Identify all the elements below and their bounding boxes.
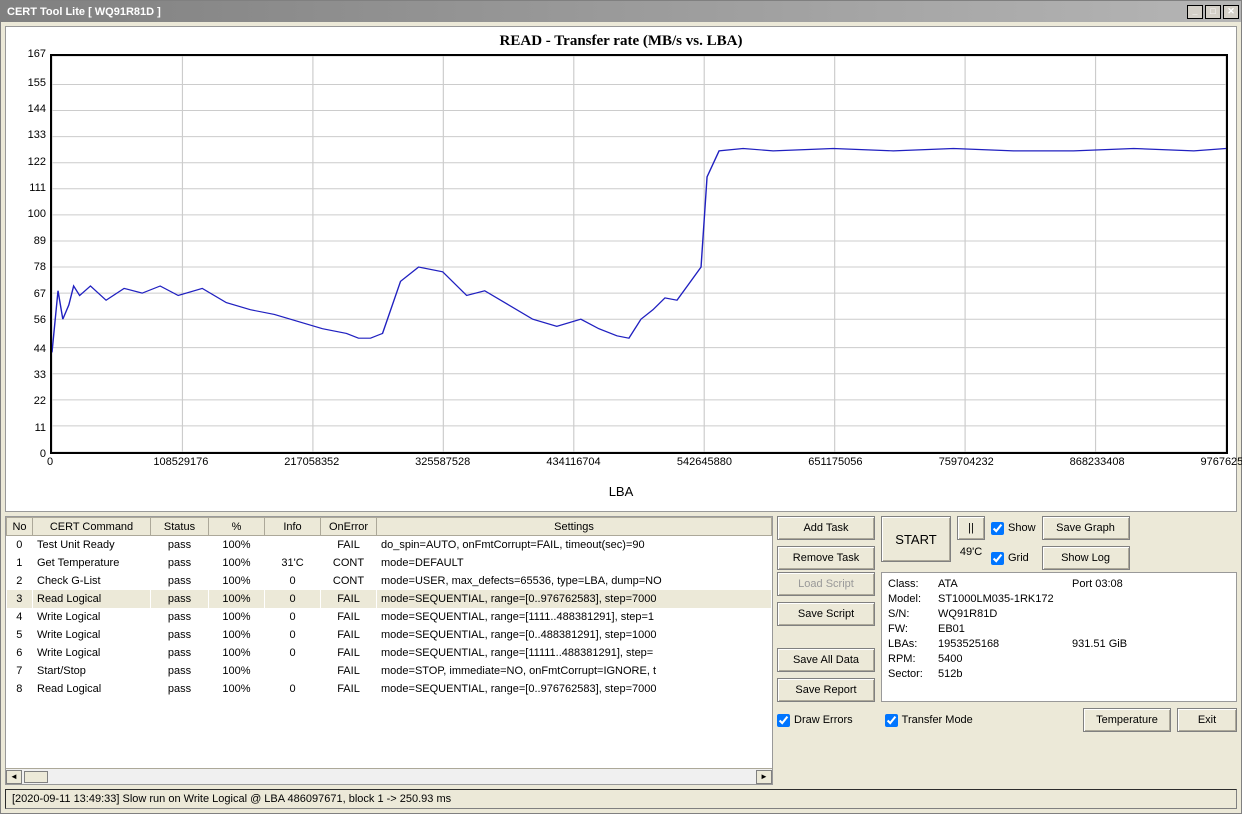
grid-checkbox[interactable]: Grid bbox=[991, 552, 1036, 565]
draw-errors-checkbox[interactable]: Draw Errors bbox=[777, 714, 853, 727]
table-row[interactable]: 1Get Temperaturepass100%31'CCONTmode=DEF… bbox=[7, 554, 772, 572]
drive-sector-value: 512b bbox=[938, 667, 1230, 682]
drive-rpm-value: 5400 bbox=[938, 652, 1230, 667]
drive-sn-label: S/N: bbox=[888, 607, 934, 622]
horizontal-scrollbar[interactable]: ◄ ► bbox=[6, 768, 772, 784]
pause-button[interactable]: || bbox=[957, 516, 985, 540]
temperature-button[interactable]: Temperature bbox=[1083, 708, 1171, 732]
drive-sn-value: WQ91R81D bbox=[938, 607, 1230, 622]
x-axis-label: LBA bbox=[14, 484, 1228, 499]
window-title: CERT Tool Lite [ WQ91R81D ] bbox=[7, 6, 161, 18]
table-row[interactable]: 5Write Logicalpass100%0FAILmode=SEQUENTI… bbox=[7, 626, 772, 644]
drive-lbas-label: LBAs: bbox=[888, 637, 934, 652]
task-table-panel: No CERT Command Status % Info OnError Se… bbox=[5, 516, 773, 785]
table-row[interactable]: 7Start/Stoppass100%FAILmode=STOP, immedi… bbox=[7, 662, 772, 680]
drive-port: Port 03:08 bbox=[1072, 577, 1230, 592]
maximize-button[interactable]: □ bbox=[1205, 5, 1221, 19]
close-button[interactable]: ✕ bbox=[1223, 5, 1239, 19]
plot-area[interactable] bbox=[50, 54, 1228, 454]
table-row[interactable]: 3Read Logicalpass100%0FAILmode=SEQUENTIA… bbox=[7, 590, 772, 608]
drive-fw-label: FW: bbox=[888, 622, 934, 637]
drive-capacity: 931.51 GiB bbox=[1072, 637, 1230, 652]
scroll-left-icon[interactable]: ◄ bbox=[6, 770, 22, 784]
drive-model-value: ST1000LM035-1RK172 bbox=[938, 592, 1230, 607]
drive-model-label: Model: bbox=[888, 592, 934, 607]
drive-class-label: Class: bbox=[888, 577, 934, 592]
th-info[interactable]: Info bbox=[265, 518, 321, 536]
table-row[interactable]: 6Write Logicalpass100%0FAILmode=SEQUENTI… bbox=[7, 644, 772, 662]
chart-panel: READ - Transfer rate (MB/s vs. LBA) 0112… bbox=[5, 26, 1237, 512]
load-script-button[interactable]: Load Script bbox=[777, 572, 875, 596]
table-row[interactable]: 0Test Unit Readypass100%FAILdo_spin=AUTO… bbox=[7, 536, 772, 554]
start-button[interactable]: START bbox=[881, 516, 951, 562]
th-command[interactable]: CERT Command bbox=[33, 518, 151, 536]
table-row[interactable]: 4Write Logicalpass100%0FAILmode=SEQUENTI… bbox=[7, 608, 772, 626]
drive-class-value: ATA bbox=[938, 577, 1068, 592]
table-row[interactable]: 2Check G-Listpass100%0CONTmode=USER, max… bbox=[7, 572, 772, 590]
drive-rpm-label: RPM: bbox=[888, 652, 934, 667]
transfer-mode-checkbox[interactable]: Transfer Mode bbox=[885, 714, 973, 727]
th-status[interactable]: Status bbox=[151, 518, 209, 536]
save-graph-button[interactable]: Save Graph bbox=[1042, 516, 1130, 540]
scroll-right-icon[interactable]: ► bbox=[756, 770, 772, 784]
drive-lbas-value: 1953525168 bbox=[938, 637, 1068, 652]
controls-panel: Add Task Remove Task START || 49'C Show … bbox=[777, 516, 1237, 785]
main-window: CERT Tool Lite [ WQ91R81D ] _ □ ✕ READ -… bbox=[0, 0, 1242, 814]
remove-task-button[interactable]: Remove Task bbox=[777, 546, 875, 570]
scroll-thumb[interactable] bbox=[24, 771, 48, 783]
th-onerror[interactable]: OnError bbox=[321, 518, 377, 536]
y-axis: 01122334456677889100111122133144155167 bbox=[14, 54, 50, 454]
save-report-button[interactable]: Save Report bbox=[777, 678, 875, 702]
table-row[interactable]: 8Read Logicalpass100%0FAILmode=SEQUENTIA… bbox=[7, 680, 772, 698]
show-log-button[interactable]: Show Log bbox=[1042, 546, 1130, 570]
x-axis: 0108529176217058352325587528434116704542… bbox=[50, 454, 1228, 470]
exit-button[interactable]: Exit bbox=[1177, 708, 1237, 732]
save-script-button[interactable]: Save Script bbox=[777, 602, 875, 626]
th-percent[interactable]: % bbox=[209, 518, 265, 536]
titlebar[interactable]: CERT Tool Lite [ WQ91R81D ] _ □ ✕ bbox=[1, 1, 1241, 22]
task-table[interactable]: No CERT Command Status % Info OnError Se… bbox=[6, 517, 772, 698]
drive-sector-label: Sector: bbox=[888, 667, 934, 682]
th-no[interactable]: No bbox=[7, 518, 33, 536]
temperature-readout: 49'C bbox=[960, 546, 982, 558]
th-settings[interactable]: Settings bbox=[377, 518, 772, 536]
show-checkbox[interactable]: Show bbox=[991, 522, 1036, 535]
add-task-button[interactable]: Add Task bbox=[777, 516, 875, 540]
save-all-data-button[interactable]: Save All Data bbox=[777, 648, 875, 672]
drive-info-panel: Class: ATA Port 03:08 Model: ST1000LM035-1R… bbox=[881, 572, 1237, 702]
drive-fw-value: EB01 bbox=[938, 622, 1230, 637]
chart-title: READ - Transfer rate (MB/s vs. LBA) bbox=[14, 33, 1228, 50]
minimize-button[interactable]: _ bbox=[1187, 5, 1203, 19]
status-bar: [2020-09-11 13:49:33] Slow run on Write … bbox=[5, 789, 1237, 809]
